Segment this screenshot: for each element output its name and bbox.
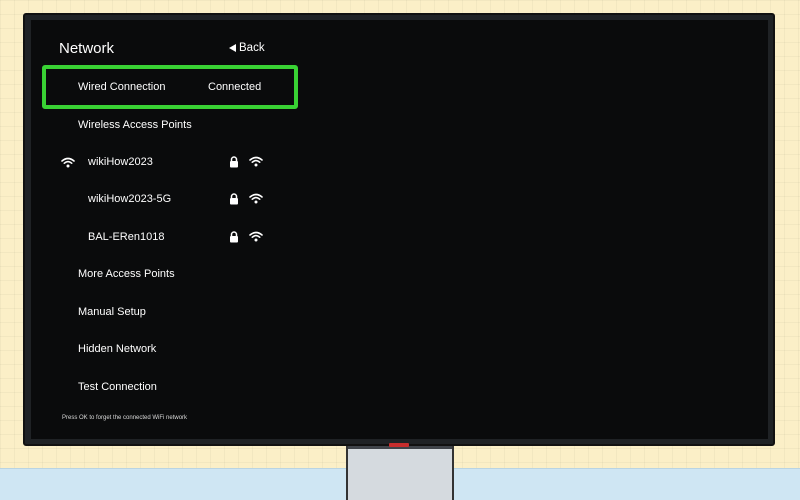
menu-item-hidden-network[interactable]: Hidden Network	[78, 343, 156, 355]
lock-icon	[230, 193, 238, 205]
wifi-signal-icon	[249, 193, 263, 204]
back-arrow-icon	[229, 44, 236, 52]
wifi-signal-icon	[249, 231, 263, 242]
wireless-access-points-header: Wireless Access Points	[78, 119, 192, 131]
tv-stand	[346, 446, 454, 500]
wifi-signal-icon	[249, 156, 263, 167]
back-label: Back	[239, 42, 265, 54]
menu-item-test-connection[interactable]: Test Connection	[78, 381, 157, 393]
page-title: Network	[59, 40, 115, 57]
lock-icon	[230, 231, 238, 243]
back-button[interactable]: Back	[229, 42, 265, 54]
wired-connection-status: Connected	[208, 81, 262, 93]
network-name: wikiHow2023	[88, 156, 153, 168]
footer-hint: Press OK to forget the connected WiFi ne…	[62, 415, 188, 421]
network-item-2[interactable]: wikiHow2023-5G	[88, 193, 171, 205]
menu-item-wired-connection[interactable]: Wired Connection	[78, 81, 165, 93]
lock-icon	[230, 156, 238, 168]
network-name: BAL-ERen1018	[88, 231, 165, 243]
network-item-3[interactable]: BAL-ERen1018	[88, 231, 164, 243]
menu-item-more-access-points[interactable]: More Access Points	[78, 268, 175, 280]
tv-power-led	[389, 443, 409, 447]
wired-connection-label: Wired Connection	[78, 81, 166, 93]
menu-item-manual-setup[interactable]: Manual Setup	[78, 306, 146, 318]
connected-wifi-icon	[61, 157, 75, 168]
network-name: wikiHow2023-5G	[88, 193, 172, 205]
network-item-1[interactable]: wikiHow2023	[88, 156, 153, 168]
